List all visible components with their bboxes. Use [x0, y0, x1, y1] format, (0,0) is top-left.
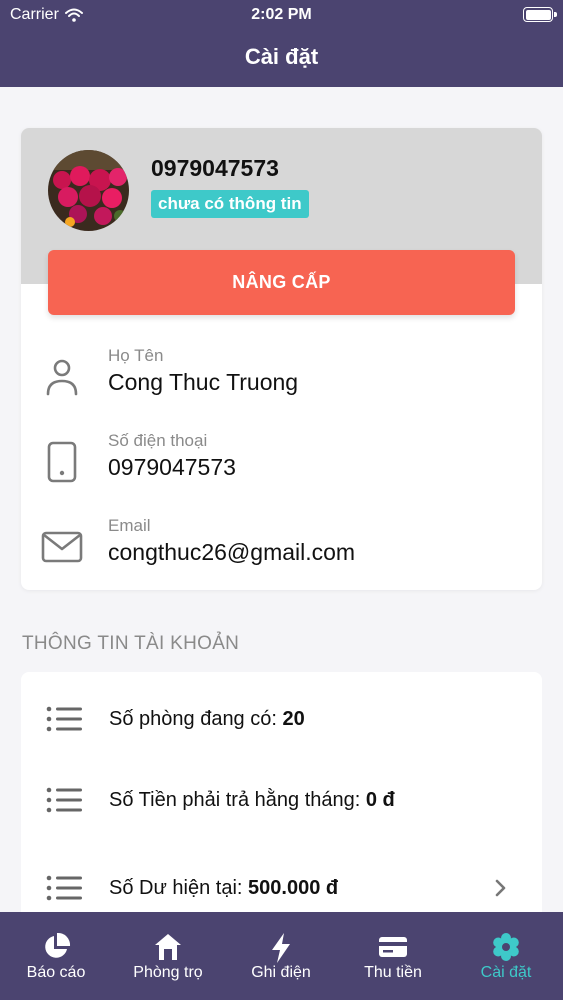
account-row-value: 500.000 đ [248, 877, 339, 899]
info-row-phone[interactable]: Số điện thoại 0979047573 [21, 431, 542, 501]
profile-phone: 0979047573 [151, 155, 279, 181]
tab-label: Cài đặt [480, 964, 532, 981]
page-title: Cài đặt [244, 44, 319, 69]
account-card: Số phòng đang có: 20 Số Tiền phải trả hằ… [21, 672, 542, 932]
account-row-text: Số Dư hiện tại: 500.000 đ [109, 877, 339, 899]
status-badge: chưa có thông tin [151, 190, 309, 218]
tab-rooms[interactable]: Phòng trọ [112, 912, 224, 1000]
card-icon [379, 937, 407, 957]
tab-label: Thu tiền [364, 964, 422, 981]
mail-icon [39, 524, 85, 570]
house-icon [155, 934, 181, 960]
gear-icon [493, 933, 519, 961]
tab-label: Ghi điện [251, 964, 311, 981]
avatar[interactable] [48, 150, 129, 231]
account-row-text: Số Tiền phải trả hằng tháng: 0 đ [109, 789, 395, 811]
field-value: congthuc26@gmail.com [108, 539, 356, 565]
account-row-text: Số phòng đang có: 20 [109, 708, 305, 730]
battery-icon [523, 7, 557, 22]
header: Carrier 2:02 PM Cài đặt [0, 0, 563, 87]
section-title: THÔNG TIN TÀI KHOẢN [22, 633, 240, 654]
account-row-monthly[interactable]: Số Tiền phải trả hằng tháng: 0 đ [21, 780, 542, 820]
tab-settings[interactable]: Cài đặt [450, 912, 562, 1000]
field-label: Họ Tên [108, 346, 164, 365]
tab-label: Phòng trọ [133, 964, 203, 981]
person-icon [39, 354, 85, 400]
chevron-right-icon[interactable] [492, 877, 510, 899]
tab-electric[interactable]: Ghi điện [225, 912, 337, 1000]
lightning-icon [272, 933, 290, 963]
tab-bar: Báo cáo Phòng trọ Ghi điện Thu tiền Cài … [0, 912, 563, 1000]
field-label: Số điện thoại [108, 431, 208, 450]
info-row-name[interactable]: Họ Tên Cong Thuc Truong [21, 346, 542, 416]
account-row-balance[interactable]: Số Dư hiện tại: 500.000 đ [21, 868, 542, 908]
list-icon [46, 706, 82, 732]
list-icon [46, 787, 82, 813]
tab-label: Báo cáo [26, 964, 86, 981]
upgrade-button[interactable]: NÂNG CẤP [48, 250, 515, 315]
status-bar: Carrier 2:02 PM [0, 0, 563, 30]
field-label: Email [108, 516, 151, 535]
pie-chart-icon [45, 932, 71, 958]
tab-payments[interactable]: Thu tiền [337, 912, 449, 1000]
account-row-value: 0 đ [365, 789, 395, 811]
clock: 2:02 PM [251, 6, 312, 23]
tab-reports[interactable]: Báo cáo [0, 912, 112, 1000]
field-value: 0979047573 [108, 454, 236, 480]
list-icon [46, 875, 82, 901]
profile-card: 0979047573 chưa có thông tin NÂNG CẤP Họ… [21, 128, 542, 590]
phone-icon [39, 439, 85, 485]
account-row-rooms[interactable]: Số phòng đang có: 20 [21, 699, 542, 739]
info-row-email[interactable]: Email congthuc26@gmail.com [21, 516, 542, 586]
field-value: Cong Thuc Truong [108, 369, 299, 395]
account-row-value: 20 [282, 708, 305, 730]
